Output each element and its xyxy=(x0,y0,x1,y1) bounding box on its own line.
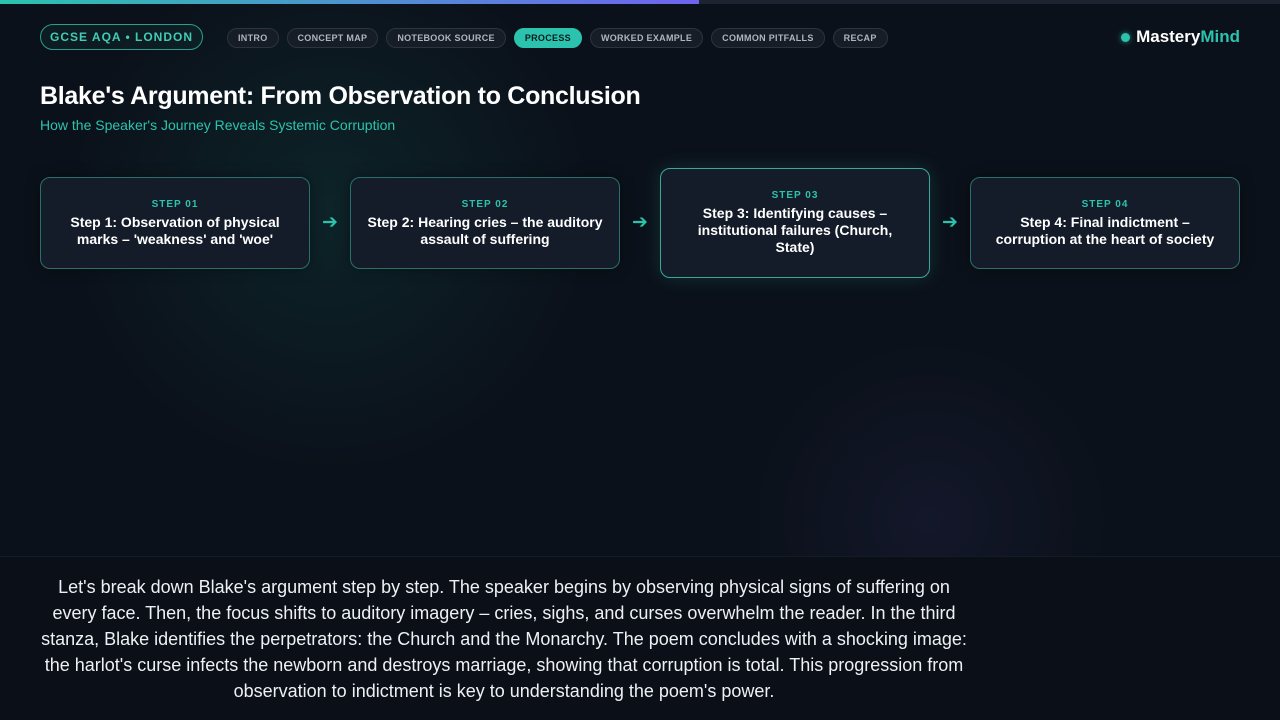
slide-subtitle: How the Speaker's Journey Reveals System… xyxy=(40,117,396,133)
arrow-right-icon: ➔ xyxy=(632,211,648,233)
tab-worked-example[interactable]: WORKED EXAMPLE xyxy=(589,28,704,48)
step-text: Step 1: Observation of physical marks – … xyxy=(70,213,280,247)
arrow-right-icon: ➔ xyxy=(322,211,338,233)
brand-logo: Mastery Mind xyxy=(1121,27,1240,47)
step-number: STEP 01 xyxy=(151,198,199,210)
tab-notebook-source[interactable]: NOTEBOOK SOURCE xyxy=(386,28,506,48)
step-number: STEP 04 xyxy=(1081,198,1129,210)
tab-recap[interactable]: RECAP xyxy=(832,28,888,48)
step-number: STEP 02 xyxy=(461,198,509,210)
brand-dot-icon xyxy=(1121,32,1131,42)
tab-common-pitfalls[interactable]: COMMON PITFALLS xyxy=(711,28,825,48)
step-card-2: STEP 02 Step 2: Hearing cries – the audi… xyxy=(350,177,620,269)
step-card-4: STEP 04 Step 4: Final indictment – corru… xyxy=(970,177,1240,269)
section-nav: INTRO CONCEPT MAP NOTEBOOK SOURCE PROCES… xyxy=(227,28,888,48)
brand-name-part2: Mind xyxy=(1200,27,1240,46)
tab-intro[interactable]: INTRO xyxy=(227,28,279,48)
course-badge: GCSE AQA • LONDON xyxy=(40,24,203,50)
step-text: Step 3: Identifying causes – institution… xyxy=(697,205,893,255)
step-card-1: STEP 01 Step 1: Observation of physical … xyxy=(40,177,310,269)
process-steps: STEP 01 Step 1: Observation of physical … xyxy=(40,168,1240,280)
arrow-right-icon: ➔ xyxy=(942,211,958,233)
step-text: Step 2: Hearing cries – the auditory ass… xyxy=(367,213,603,247)
tab-process[interactable]: PROCESS xyxy=(513,28,582,48)
brand-name-part1: Mastery xyxy=(1136,27,1201,46)
tab-concept-map[interactable]: CONCEPT MAP xyxy=(286,28,379,48)
step-text: Step 4: Final indictment – corruption at… xyxy=(995,213,1215,247)
slide-title: Blake's Argument: From Observation to Co… xyxy=(40,82,641,110)
narration-caption: Let's break down Blake's argument step b… xyxy=(41,577,967,701)
step-card-3: STEP 03 Step 3: Identifying causes – ins… xyxy=(660,168,930,278)
lesson-progress-fill xyxy=(0,0,699,4)
lesson-progress-bar xyxy=(0,0,1280,4)
top-bar: GCSE AQA • LONDON INTRO CONCEPT MAP NOTE… xyxy=(40,24,1240,50)
step-number: STEP 03 xyxy=(771,190,819,201)
